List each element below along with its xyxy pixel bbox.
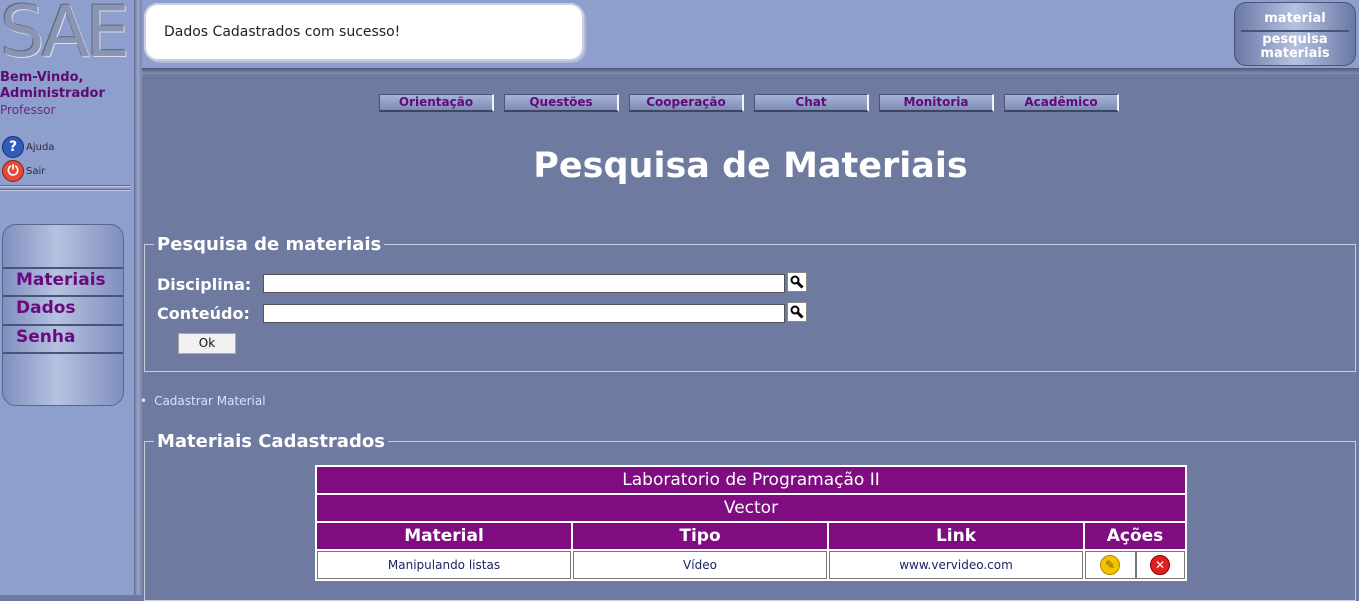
column-header-acoes: Ações: [1085, 523, 1185, 549]
course-name: Laboratorio de Programação II: [317, 467, 1185, 493]
materials-table: Laboratorio de Programação II Vector Mat…: [315, 465, 1187, 581]
magnifier-icon: [790, 305, 804, 319]
sidebar-item-materiais[interactable]: Materiais: [3, 267, 123, 291]
ok-button[interactable]: Ok: [178, 333, 236, 354]
user-role: Professor: [0, 103, 56, 117]
tab-orientacao[interactable]: Orientação: [379, 94, 494, 112]
magnifier-icon: [790, 275, 804, 289]
welcome-text: Bem-Vindo, Administrador: [0, 70, 105, 102]
search-legend: Pesquisa de materiais: [157, 234, 382, 255]
tab-cooperacao[interactable]: Cooperação: [629, 94, 744, 112]
discipline-search-button[interactable]: [787, 272, 807, 292]
table-header-row: Material Tipo Link Ações: [317, 523, 1185, 549]
content-input[interactable]: [263, 304, 785, 323]
column-header-tipo: Tipo: [573, 523, 827, 549]
tab-academico[interactable]: Acadêmico: [1004, 94, 1119, 112]
help-label: Ajuda: [26, 141, 55, 153]
pencil-icon: ✎: [1100, 555, 1120, 575]
tipo-cell: Vídeo: [573, 551, 827, 579]
topic-row: Vector: [317, 495, 1185, 521]
context-link-material[interactable]: material: [1235, 11, 1355, 26]
content-label: Conteúdo:: [157, 304, 250, 323]
sidebar-item-senha[interactable]: Senha: [3, 324, 123, 348]
sidebar-edge: [134, 0, 142, 595]
delete-action[interactable]: ✕: [1135, 551, 1185, 579]
edit-action[interactable]: ✎: [1085, 551, 1137, 579]
context-panel: material pesquisa materiais: [1234, 2, 1356, 66]
bullet-icon: •: [140, 394, 148, 408]
welcome-line-2: Administrador: [0, 86, 105, 101]
power-icon: ⏻: [2, 160, 24, 182]
exit-label: Sair: [26, 165, 46, 177]
actions-group: ✎ ✕: [1085, 551, 1185, 579]
exit-link[interactable]: ⏻ Sair: [2, 160, 45, 182]
materials-legend: Materiais Cadastrados: [157, 431, 385, 452]
left-sidebar: SAE Bem-Vindo, Administrador Professor ?…: [0, 0, 134, 595]
course-row: Laboratorio de Programação II: [317, 467, 1185, 493]
table-row: Manipulando listas Vídeo www.vervideo.co…: [317, 551, 1185, 579]
top-bar-rule: [142, 68, 1359, 74]
delete-icon: ✕: [1150, 555, 1170, 575]
column-header-link: Link: [829, 523, 1083, 549]
sae-logo: SAE: [0, 0, 130, 73]
sidebar-menu: Materiais Dados Senha: [2, 224, 124, 406]
sidebar-divider: [0, 185, 130, 187]
column-header-material: Material: [317, 523, 571, 549]
sidebar-menu-divider: [3, 352, 123, 354]
material-cell: Manipulando listas: [317, 551, 571, 579]
tab-monitoria[interactable]: Monitoria: [879, 94, 994, 112]
tab-questoes[interactable]: Questões: [504, 94, 619, 112]
register-material-label: Cadastrar Material: [154, 394, 266, 408]
discipline-label: Disciplina:: [157, 275, 252, 294]
link-cell[interactable]: www.vervideo.com: [829, 551, 1083, 579]
sidebar-divider: [0, 189, 130, 191]
tab-chat[interactable]: Chat: [754, 94, 869, 112]
discipline-input[interactable]: [263, 274, 785, 293]
help-link[interactable]: ? Ajuda: [2, 136, 54, 158]
welcome-line-1: Bem-Vindo,: [0, 70, 84, 85]
register-material-link[interactable]: • Cadastrar Material: [140, 394, 266, 408]
success-message: Dados Cadastrados com sucesso!: [144, 3, 584, 61]
topic-name: Vector: [317, 495, 1185, 521]
context-link-pesquisa-materiais[interactable]: pesquisa materiais: [1260, 33, 1330, 61]
page-title: Pesquisa de Materiais: [533, 146, 968, 186]
sidebar-item-dados[interactable]: Dados: [3, 295, 123, 319]
actions-cell: ✎ ✕: [1085, 551, 1185, 579]
content-search-button[interactable]: [787, 302, 807, 322]
success-message-text: Dados Cadastrados com sucesso!: [164, 24, 401, 40]
help-icon: ?: [2, 136, 24, 158]
search-fieldset: Pesquisa de materiais: [144, 234, 1356, 372]
